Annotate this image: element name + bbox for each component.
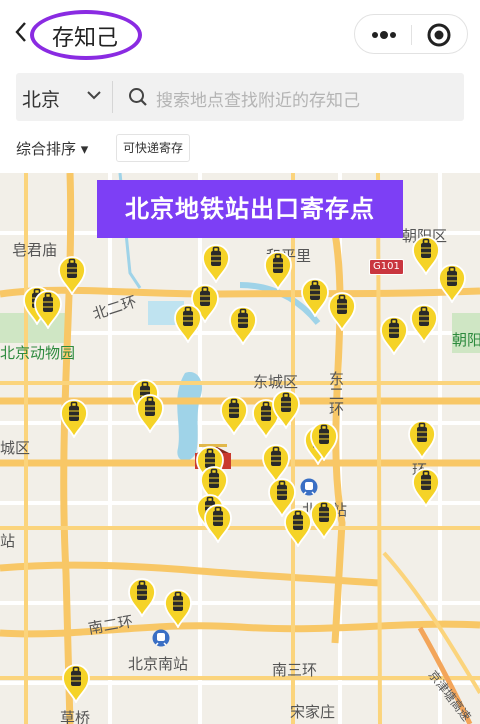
luggage-pin-icon[interactable] xyxy=(127,577,157,617)
search-icon xyxy=(129,88,147,106)
search-bar: 北京 搜索地点查找附近的存知己 xyxy=(16,73,464,121)
page-title: 存知己 xyxy=(52,26,119,51)
map-label-beijing-south: 北京南站 xyxy=(128,655,189,673)
luggage-pin-icon[interactable] xyxy=(437,263,467,303)
search-input[interactable]: 搜索地点查找附近的存知己 xyxy=(156,86,360,111)
chevron-left-icon[interactable] xyxy=(14,20,28,44)
sort-dropdown[interactable]: 综合排序 ▾ xyxy=(16,138,88,159)
luggage-pin-icon[interactable] xyxy=(201,243,231,283)
map-label-caoqiao: 草桥 xyxy=(60,709,91,724)
map-label-cheng-district: 城区 xyxy=(0,439,31,457)
map-label-zoo: 北京动物园 xyxy=(0,344,76,362)
luggage-pin-icon[interactable] xyxy=(228,305,258,345)
map-label-zaojunmiao: 皂君庙 xyxy=(12,241,58,259)
luggage-pin-icon[interactable] xyxy=(173,303,203,343)
luggage-pin-icon[interactable] xyxy=(309,499,339,539)
luggage-pin-icon[interactable] xyxy=(163,588,193,628)
luggage-pin-icon[interactable] xyxy=(327,291,357,331)
luggage-pin-icon[interactable] xyxy=(300,277,330,317)
highway-badge: G101 xyxy=(369,259,404,275)
luggage-pin-icon[interactable] xyxy=(33,289,63,329)
luggage-pin-icon[interactable] xyxy=(309,421,339,461)
luggage-pin-icon[interactable] xyxy=(409,303,439,343)
chevron-down-icon[interactable] xyxy=(86,87,102,103)
luggage-pin-icon[interactable] xyxy=(407,419,437,459)
header-bar: 存知己 xyxy=(0,0,480,66)
luggage-pin-icon[interactable] xyxy=(263,250,293,290)
capsule-divider xyxy=(411,25,412,45)
map-label-chaoyang-short: 朝阳 xyxy=(452,331,480,349)
mini-program-capsule xyxy=(354,14,468,54)
city-selector[interactable]: 北京 xyxy=(22,85,60,112)
luggage-pin-icon[interactable] xyxy=(203,503,233,543)
express-storage-filter[interactable]: 可快递寄存 xyxy=(116,134,191,162)
promo-banner: 北京地铁站出口寄存点 xyxy=(97,180,403,238)
map-label-songjiazhuang: 宋家庄 xyxy=(290,703,336,721)
luggage-pin-icon[interactable] xyxy=(271,389,301,429)
train-station-icon xyxy=(152,629,170,647)
luggage-pin-icon[interactable] xyxy=(219,395,249,435)
luggage-pin-icon[interactable] xyxy=(411,467,441,507)
map-label-east2ring: 东二环 xyxy=(327,371,345,416)
luggage-pin-icon[interactable] xyxy=(61,663,91,703)
luggage-pin-icon[interactable] xyxy=(59,398,89,438)
target-icon[interactable] xyxy=(413,15,469,55)
more-dots-icon[interactable] xyxy=(355,15,411,55)
map-label-zhan: 站 xyxy=(0,532,16,550)
luggage-pin-icon[interactable] xyxy=(379,315,409,355)
map-label-south3ring: 南三环 xyxy=(272,661,318,679)
search-divider xyxy=(112,81,113,113)
luggage-pin-icon[interactable] xyxy=(135,393,165,433)
train-station-icon xyxy=(300,478,318,496)
map-view[interactable]: 皂君庙 和平里 朝阳区 G101 北二环 北京动物园 朝阳 东城区 东二环 城区… xyxy=(0,173,480,724)
